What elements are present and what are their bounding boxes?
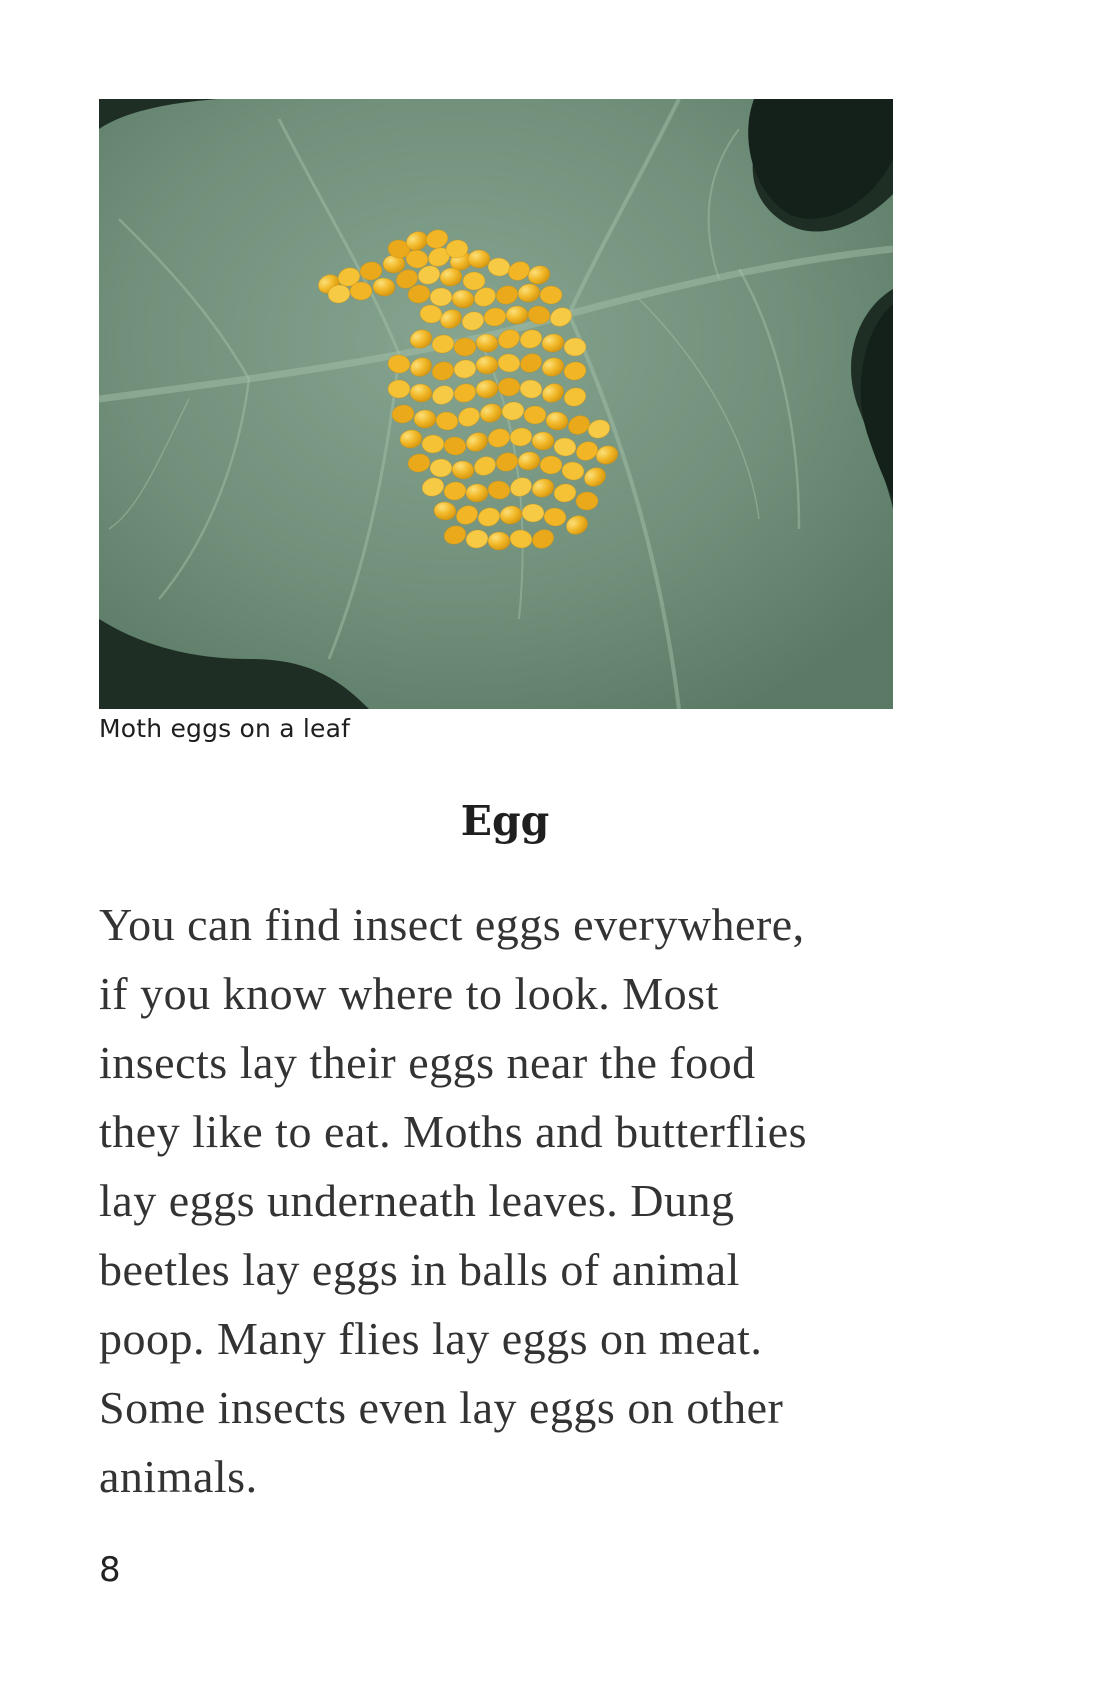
body-line: Some insects even lay eggs on other xyxy=(99,1382,784,1433)
moth-egg xyxy=(523,405,547,425)
moth-egg xyxy=(487,531,511,551)
moth-egg xyxy=(575,491,599,511)
moth-egg xyxy=(467,249,491,269)
body-line: poop. Many flies lay eggs on meat. xyxy=(99,1313,763,1364)
moth-egg xyxy=(521,503,545,523)
moth-egg xyxy=(505,305,529,325)
page-number: 8 xyxy=(99,1550,121,1590)
body-paragraph: You can find insect eggs everywhere, if … xyxy=(99,890,929,1511)
body-line: if you know where to look. Most xyxy=(99,968,719,1019)
moth-egg xyxy=(462,271,486,291)
moth-egg xyxy=(531,431,555,451)
moth-egg xyxy=(539,455,563,475)
moth-egg xyxy=(475,355,499,375)
moth-egg xyxy=(429,458,453,478)
section-heading: Egg xyxy=(460,797,550,845)
moth-egg xyxy=(563,337,587,357)
moth-egg xyxy=(539,285,563,305)
body-line: they like to eat. Moths and butterflies xyxy=(99,1106,808,1157)
body-line: beetles lay eggs in balls of animal xyxy=(99,1244,740,1295)
moth-egg xyxy=(429,287,453,307)
body-line: lay eggs underneath leaves. Dung xyxy=(99,1175,735,1226)
body-line: insects lay their eggs near the food xyxy=(99,1037,756,1088)
leaf-illustration xyxy=(99,99,893,709)
body-line: animals. xyxy=(99,1451,258,1502)
moth-egg xyxy=(349,281,373,301)
moth-egg xyxy=(413,409,437,429)
moth-egg xyxy=(387,379,411,399)
moth-egg xyxy=(497,377,521,397)
moth-egg xyxy=(453,337,477,357)
photo-caption: Moth eggs on a leaf xyxy=(99,714,351,743)
moth-egg xyxy=(421,434,445,454)
body-line: You can find insect eggs everywhere, xyxy=(99,899,805,950)
moth-eggs-photo xyxy=(99,99,893,709)
moth-egg xyxy=(465,483,489,503)
